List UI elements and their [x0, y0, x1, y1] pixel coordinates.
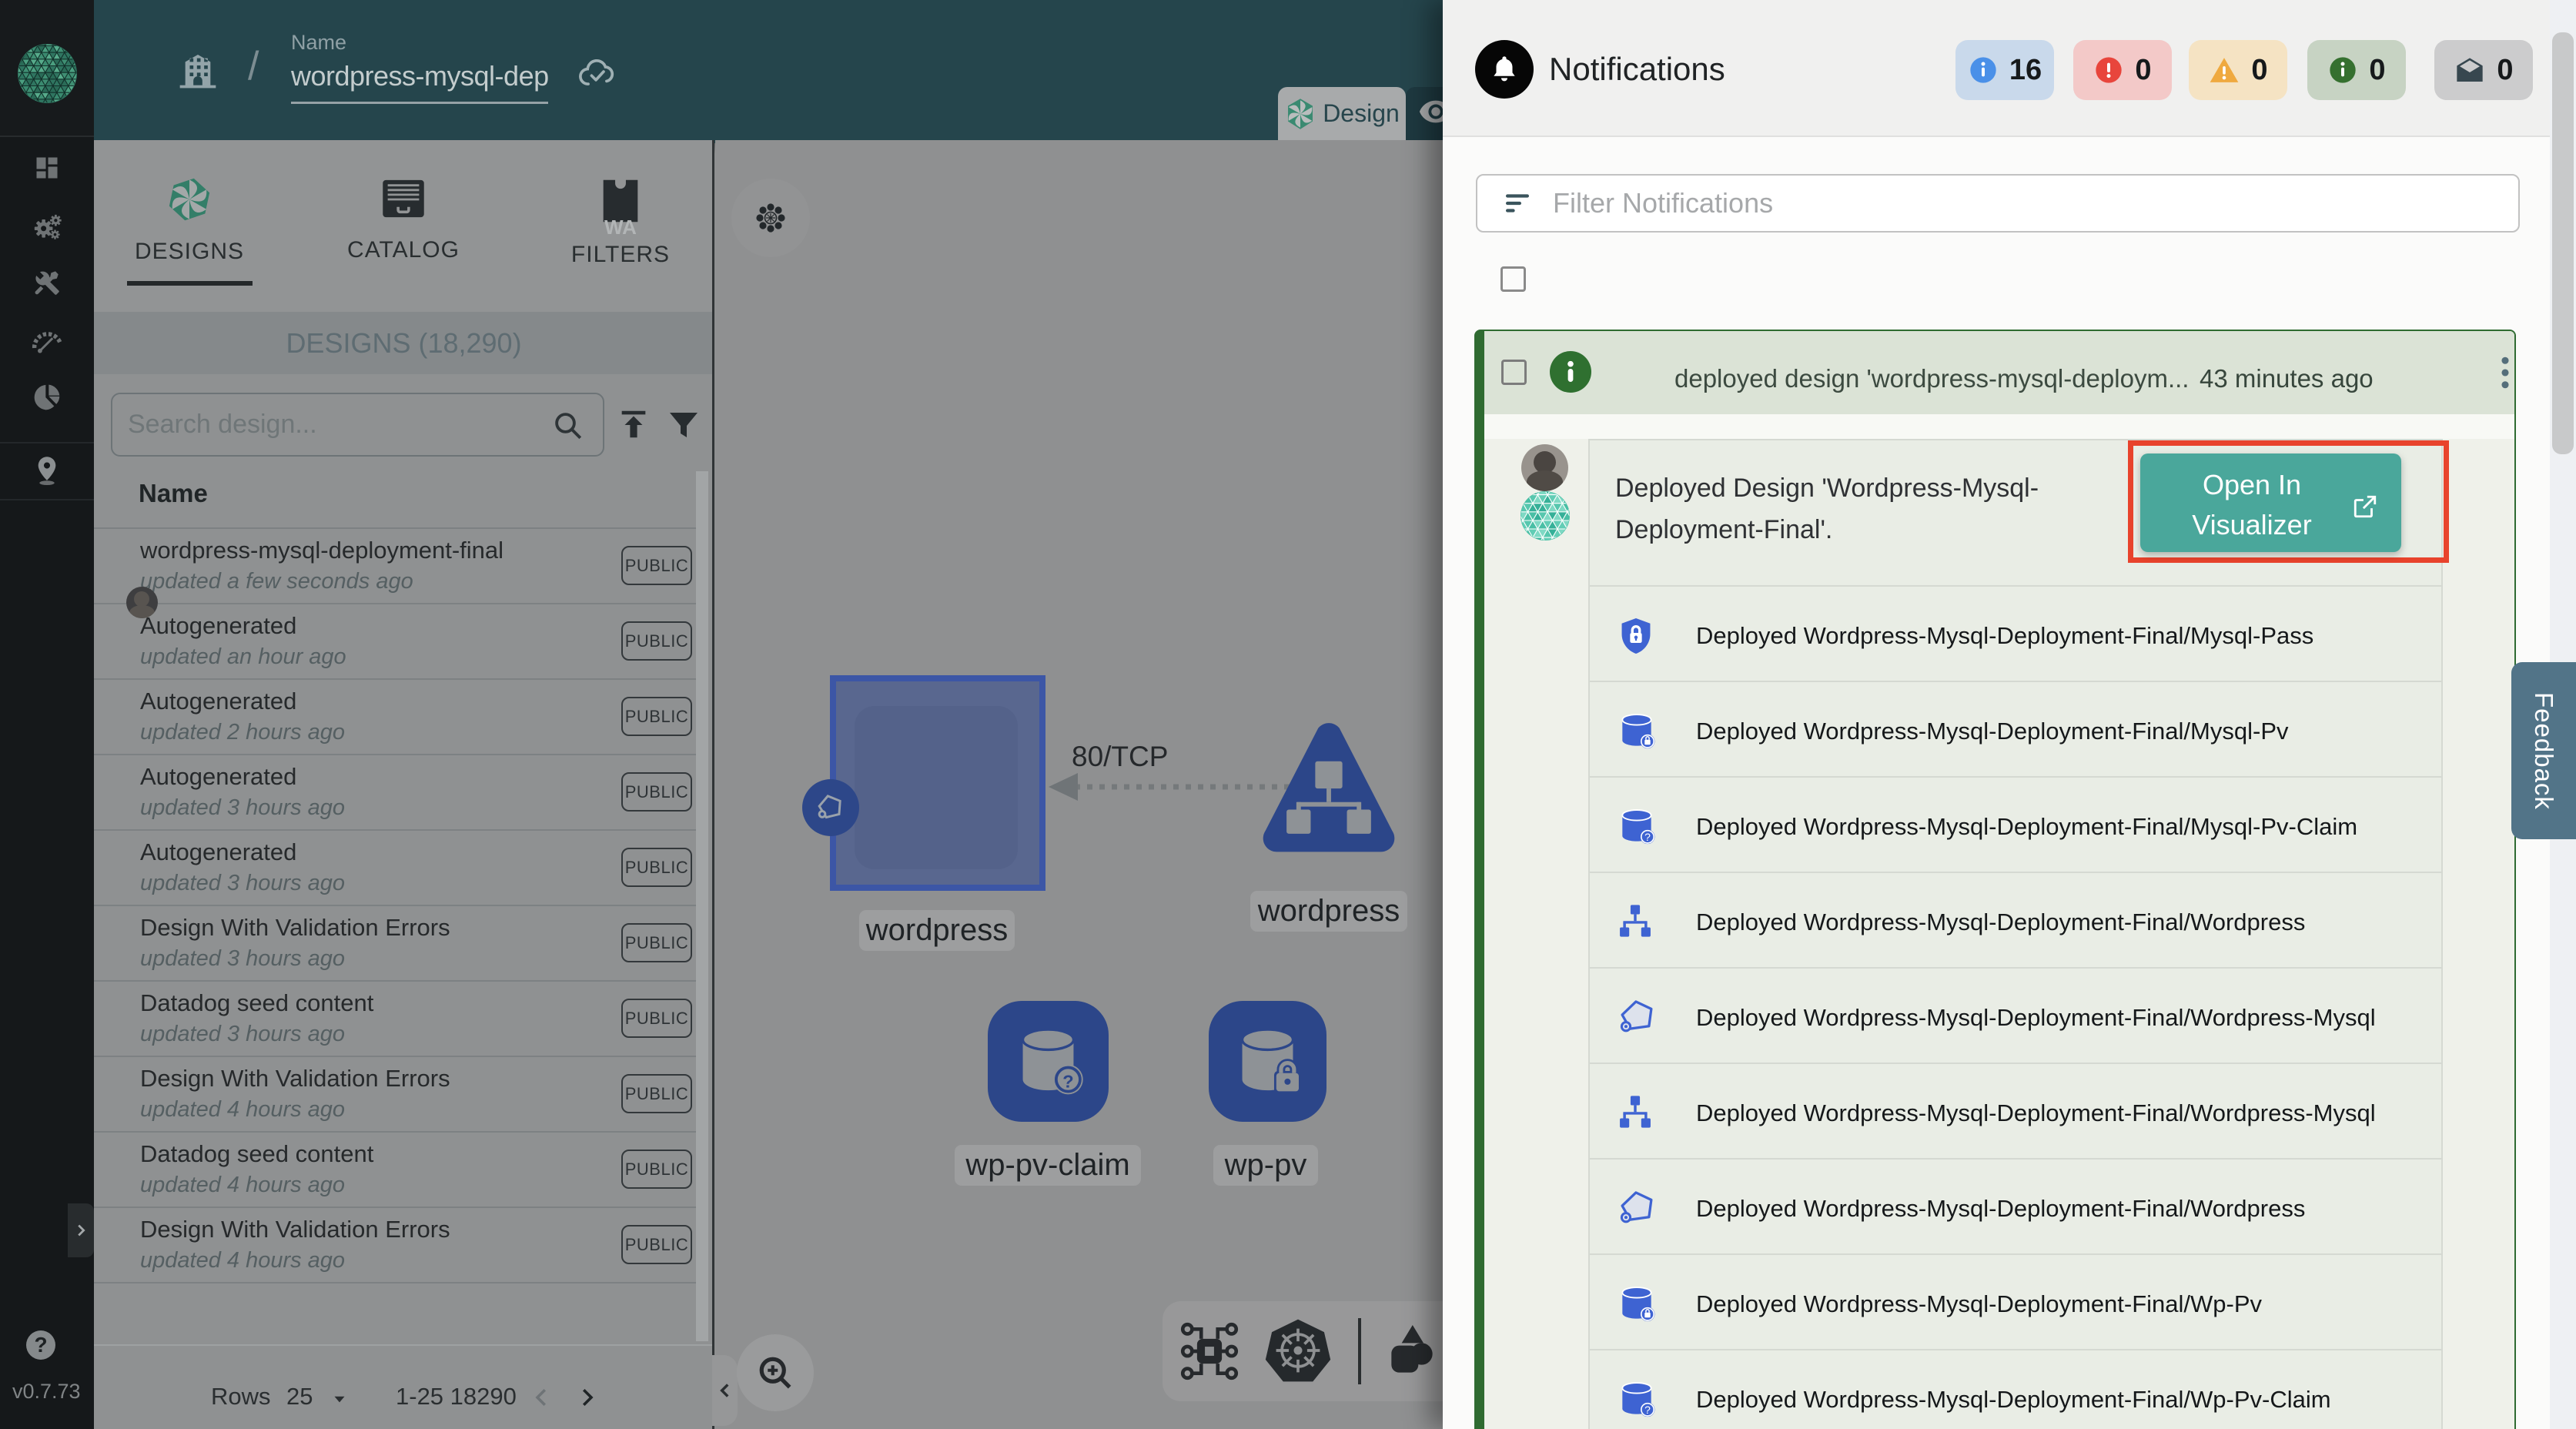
- svg-text:?: ?: [1644, 831, 1651, 843]
- svg-text:?: ?: [1644, 1404, 1651, 1416]
- svg-text:?: ?: [1062, 1072, 1073, 1092]
